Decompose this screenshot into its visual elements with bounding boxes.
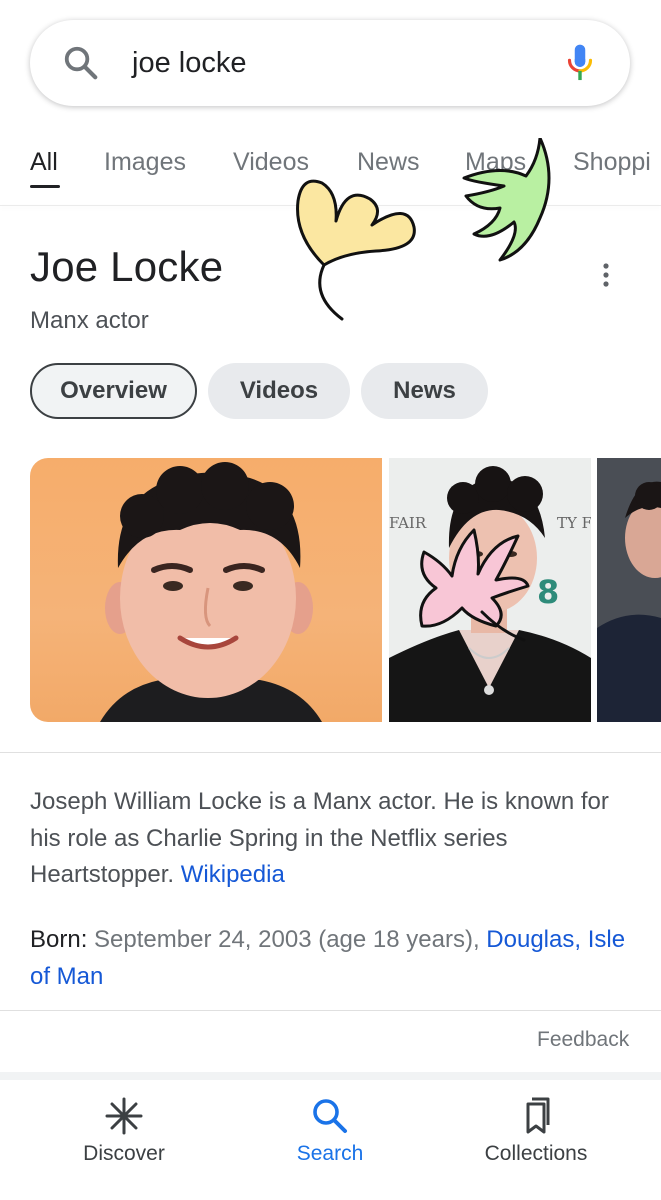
entity-description: Joseph William Locke is a Manx actor. He…	[30, 784, 630, 894]
search-icon[interactable]	[62, 44, 100, 82]
backdrop-text-right: TY F	[557, 514, 591, 532]
backdrop-digit: 8	[537, 573, 559, 611]
search-bar[interactable]: joe locke	[30, 20, 630, 106]
pink-leaf-doodle	[419, 528, 530, 642]
microphone-icon[interactable]	[564, 42, 596, 84]
entity-photo-1[interactable]	[30, 458, 382, 722]
chip-news[interactable]: News	[361, 363, 488, 419]
section-separator-band	[0, 1072, 661, 1080]
chip-overview[interactable]: Overview	[30, 363, 197, 419]
born-value: September 24, 2003 (age 18 years),	[94, 926, 480, 953]
yellow-heart-doodle	[296, 179, 416, 321]
nav-discover[interactable]: Discover	[14, 1080, 234, 1200]
entity-photo-3[interactable]	[597, 458, 661, 722]
description-text: Joseph William Locke is a Manx actor. He…	[30, 788, 609, 888]
asterisk-icon	[105, 1097, 143, 1135]
search-icon	[313, 1099, 347, 1133]
birthplace-link-douglas[interactable]: Douglas,	[486, 926, 581, 953]
born-fact: Born: September 24, 2003 (age 18 years),…	[30, 922, 630, 995]
search-input[interactable]: joe locke	[132, 47, 246, 80]
tab-images[interactable]: Images	[104, 148, 186, 177]
section-divider	[0, 752, 661, 753]
bottom-navigation: Discover Search Collections	[0, 1080, 661, 1200]
active-tab-indicator	[30, 185, 60, 188]
portrait-illustration	[100, 462, 322, 722]
entity-title: Joe Locke	[30, 243, 224, 290]
more-options-icon[interactable]	[596, 262, 616, 288]
feedback-link[interactable]: Feedback	[537, 1028, 629, 1052]
bookmarks-icon	[526, 1097, 550, 1134]
nav-collections[interactable]: Collections	[426, 1080, 646, 1200]
nav-discover-label: Discover	[83, 1142, 165, 1165]
green-leaf-doodle	[462, 138, 551, 262]
nav-search[interactable]: Search	[220, 1080, 440, 1200]
feedback-divider	[0, 1010, 661, 1011]
chip-videos[interactable]: Videos	[208, 363, 350, 419]
nav-collections-label: Collections	[484, 1142, 588, 1165]
third-photo-illustration	[597, 458, 661, 722]
tab-shopping[interactable]: Shoppi	[573, 148, 651, 177]
entity-subtitle: Manx actor	[30, 307, 149, 334]
wikipedia-link[interactable]: Wikipedia	[181, 861, 285, 888]
tab-all[interactable]: All	[30, 148, 58, 177]
born-label: Born:	[30, 926, 88, 953]
nav-search-label: Search	[296, 1142, 364, 1165]
